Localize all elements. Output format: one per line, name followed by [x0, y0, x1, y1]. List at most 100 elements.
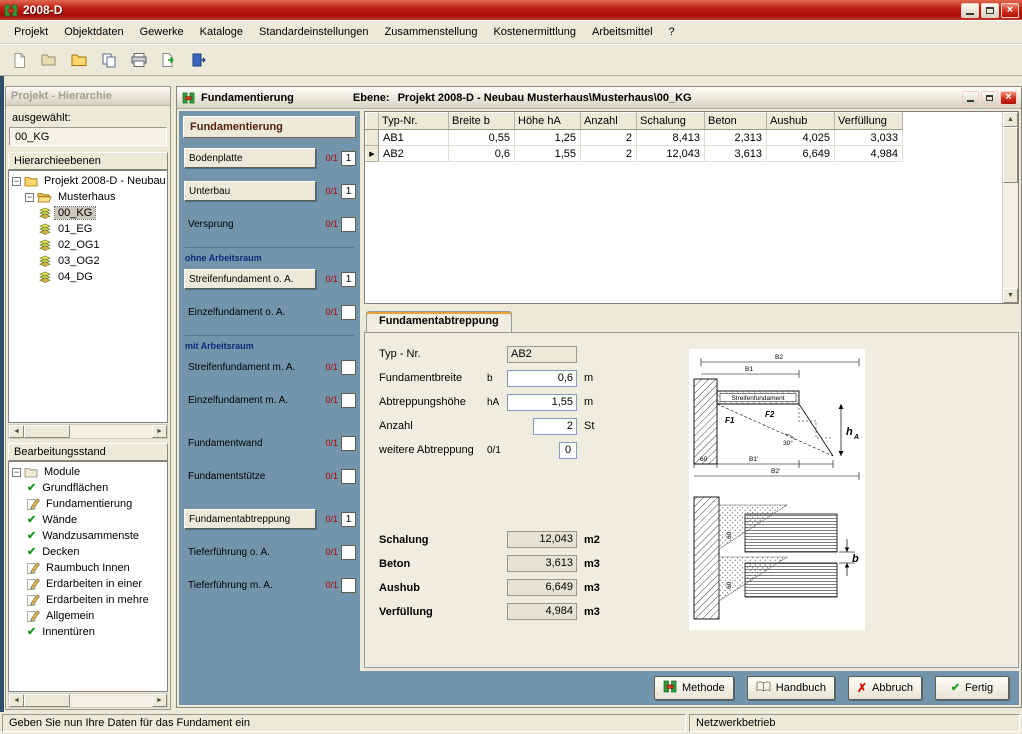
column-header-beton[interactable]: Beton: [705, 113, 767, 130]
tree-item-01-eg[interactable]: 01_EG: [9, 221, 167, 237]
button-handbuch[interactable]: Handbuch: [747, 676, 835, 700]
menu-gewerke[interactable]: Gewerke: [132, 23, 192, 41]
hierarchy-tree-hscrollbar[interactable]: ◄ ►: [8, 424, 168, 439]
column-header-höhe-ha[interactable]: Höhe hA: [515, 113, 581, 130]
menu-projekt[interactable]: Projekt: [6, 23, 56, 41]
maximize-button[interactable]: [981, 3, 999, 18]
table-row[interactable]: ▶AB20,61,55212,0433,6136,6494,984: [366, 146, 903, 162]
field-input-weitere-abtreppung[interactable]: 0: [559, 442, 577, 459]
sidebar-item-unterbau[interactable]: Unterbau: [184, 181, 316, 201]
hierarchy-levels-header[interactable]: Hierarchieebenen: [8, 152, 168, 170]
menu-kataloge[interactable]: Kataloge: [192, 23, 251, 41]
sidebar-value-box[interactable]: [341, 217, 356, 232]
tree-item-musterhaus[interactable]: −Musterhaus: [9, 189, 167, 205]
module-item-raumbuch-innen[interactable]: Raumbuch Innen: [9, 560, 167, 576]
scrollbar-thumb[interactable]: [24, 694, 70, 707]
menu-objektdaten[interactable]: Objektdaten: [56, 23, 131, 41]
sidebar-value-box[interactable]: 1: [341, 272, 356, 287]
column-header-typ-nr[interactable]: Typ-Nr.: [379, 113, 449, 130]
module-window-titlebar[interactable]: Fundamentierung Ebene: Projekt 2008-D - …: [177, 87, 1021, 109]
button-abbruch[interactable]: ✗Abbruch: [848, 676, 922, 700]
sidebar-value-box[interactable]: [341, 436, 356, 451]
scrollbar-thumb[interactable]: [1003, 127, 1018, 183]
tree-expander[interactable]: −: [25, 193, 34, 202]
sidebar-value-box[interactable]: 1: [341, 184, 356, 199]
module-item-fundamentierung[interactable]: Fundamentierung: [9, 496, 167, 512]
sidebar-value-box[interactable]: 1: [341, 151, 356, 166]
sidebar-item-tieferführung-o-a[interactable]: Tieferführung o. A.: [184, 542, 316, 562]
minimize-button[interactable]: [962, 91, 979, 105]
menu-arbeitsmittel[interactable]: Arbeitsmittel: [584, 23, 661, 41]
sidebar-value-box[interactable]: [341, 545, 356, 560]
field-input-abtreppungshöhe[interactable]: 1,55: [507, 394, 577, 411]
maximize-button[interactable]: [981, 91, 998, 105]
scrollbar-thumb[interactable]: [24, 425, 70, 438]
sidebar-item-fundamentstütze[interactable]: Fundamentstütze: [184, 466, 316, 486]
tree-item-03-og2[interactable]: 03_OG2: [9, 253, 167, 269]
column-header-schalung[interactable]: Schalung: [637, 113, 705, 130]
module-item-grundflächen[interactable]: ✔Grundflächen: [9, 480, 167, 496]
field-input-anzahl[interactable]: 2: [533, 418, 577, 435]
sidebar-item-einzelfundament-o-a[interactable]: Einzelfundament o. A.: [184, 302, 316, 322]
sidebar-value-box[interactable]: [341, 578, 356, 593]
export-icon[interactable]: [158, 49, 180, 71]
scroll-left-icon[interactable]: ◄: [9, 694, 24, 707]
module-item-wandzusammenste[interactable]: ✔Wandzusammenste: [9, 528, 167, 544]
menu-kostenermittlung[interactable]: Kostenermittlung: [485, 23, 584, 41]
folder-icon[interactable]: [68, 49, 90, 71]
scrollbar-track[interactable]: [70, 425, 152, 438]
module-item-allgemein[interactable]: Allgemein: [9, 608, 167, 624]
sidebar-item-tieferführung-m-a[interactable]: Tieferführung m. A.: [184, 575, 316, 595]
sidebar-value-box[interactable]: [341, 469, 356, 484]
table-row[interactable]: AB10,551,2528,4132,3134,0253,033: [366, 130, 903, 146]
scrollbar-track[interactable]: [1003, 183, 1018, 288]
sidebar-value-box[interactable]: [341, 305, 356, 320]
open-project-icon[interactable]: [38, 49, 60, 71]
column-header-aushub[interactable]: Aushub: [767, 113, 835, 130]
module-item-erdarbeiten-in-mehre[interactable]: Erdarbeiten in mehre: [9, 592, 167, 608]
sidebar-item-fundamentwand[interactable]: Fundamentwand: [184, 433, 316, 453]
module-item-erdarbeiten-in-einer[interactable]: Erdarbeiten in einer: [9, 576, 167, 592]
print-icon[interactable]: [128, 49, 150, 71]
sidebar-item-einzelfundament-m-a[interactable]: Einzelfundament m. A.: [184, 390, 316, 410]
exit-icon[interactable]: [188, 49, 210, 71]
scroll-left-icon[interactable]: ◄: [9, 425, 24, 438]
tree-item-00-kg[interactable]: 00_KG: [9, 205, 167, 221]
main-titlebar[interactable]: 2008-D ×: [0, 0, 1022, 20]
sidebar-item-streifenfundament-o-a[interactable]: Streifenfundament o. A.: [184, 269, 316, 289]
close-button[interactable]: ×: [1000, 91, 1017, 105]
module-item-innentüren[interactable]: ✔Innentüren: [9, 624, 167, 640]
button-fertig[interactable]: ✔Fertig: [935, 676, 1009, 700]
tree-expander[interactable]: −: [12, 468, 21, 477]
column-header-breite-b[interactable]: Breite b: [449, 113, 515, 130]
sidebar-value-box[interactable]: 1: [341, 512, 356, 527]
tree-item-04-dg[interactable]: 04_DG: [9, 269, 167, 285]
edit-status-header[interactable]: Bearbeitungsstand: [8, 443, 168, 461]
close-button[interactable]: ×: [1001, 3, 1019, 18]
sidebar-item-bodenplatte[interactable]: Bodenplatte: [184, 148, 316, 168]
column-header-verfüllung[interactable]: Verfüllung: [835, 113, 903, 130]
scrollbar-track[interactable]: [70, 694, 152, 707]
button-methode[interactable]: Methode: [654, 676, 734, 700]
modules-tree-hscrollbar[interactable]: ◄ ►: [8, 693, 168, 708]
sidebar-value-box[interactable]: [341, 360, 356, 375]
scroll-right-icon[interactable]: ►: [152, 694, 167, 707]
tree-item-module-root[interactable]: −Module: [9, 464, 167, 480]
sidebar-value-box[interactable]: [341, 393, 356, 408]
sidebar-item-fundamentabtreppung[interactable]: Fundamentabtreppung: [184, 509, 316, 529]
scroll-right-icon[interactable]: ►: [152, 425, 167, 438]
copy-icon[interactable]: [98, 49, 120, 71]
module-item-wände[interactable]: ✔Wände: [9, 512, 167, 528]
table-vertical-scrollbar[interactable]: ▲ ▼: [1002, 112, 1018, 303]
menu-standardeinstellungen[interactable]: Standardeinstellungen: [251, 23, 376, 41]
tree-item-02-og1[interactable]: 02_OG1: [9, 237, 167, 253]
menu-zusammenstellung[interactable]: Zusammenstellung: [377, 23, 486, 41]
column-header-anzahl[interactable]: Anzahl: [581, 113, 637, 130]
tree-item-projekt-2008-d-neubau[interactable]: −Projekt 2008-D - Neubau: [9, 173, 167, 189]
sidebar-item-streifenfundament-m-a[interactable]: Streifenfundament m. A.: [184, 357, 316, 377]
new-document-icon[interactable]: [8, 49, 30, 71]
field-input-fundamentbreite[interactable]: 0,6: [507, 370, 577, 387]
tree-expander[interactable]: −: [12, 177, 21, 186]
tab-fundamentabtreppung[interactable]: Fundamentabtreppung: [366, 311, 512, 332]
sidebar-item-versprung[interactable]: Versprung: [184, 214, 316, 234]
